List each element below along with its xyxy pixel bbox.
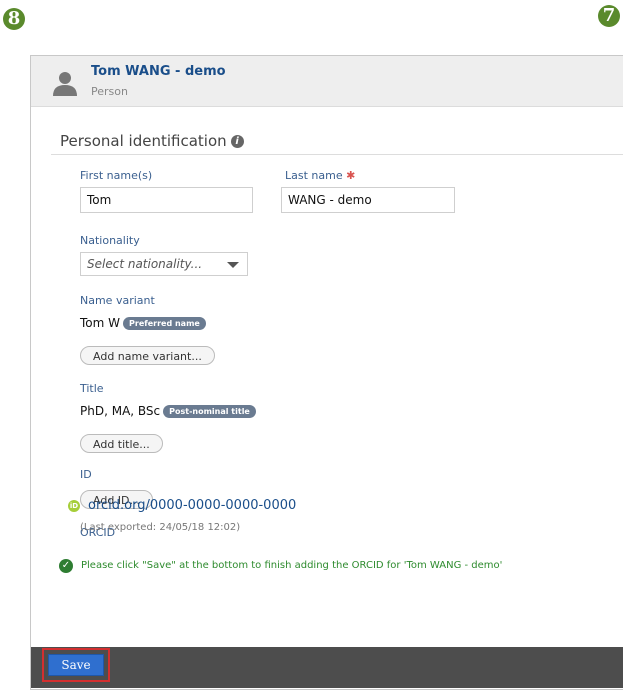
person-icon (53, 72, 77, 96)
panel-header: Tom WANG - demo Person (31, 56, 623, 107)
footer-bar (31, 647, 623, 688)
section-title-text: Personal identification (60, 132, 227, 150)
nationality-placeholder: Select nationality... (87, 257, 203, 271)
title-value: PhD, MA, BSc (80, 404, 161, 418)
orcid-last-exported: (Last exported: 24/05/18 12:02) (80, 522, 241, 533)
title-label: Title (80, 382, 104, 395)
person-title[interactable]: Tom WANG - demo (91, 64, 226, 79)
name-variant-label: Name variant (80, 294, 155, 307)
orcid-icon: iD (68, 500, 80, 512)
post-nominal-title-badge: Post-nominal title (163, 405, 256, 418)
title-row: PhD, MA, BSc Post-nominal title (80, 404, 256, 418)
orcid-link[interactable]: orcid.org/0000-0000-0000-0000 (88, 498, 296, 513)
orcid-save-message: Please click "Save" at the bottom to fin… (81, 560, 503, 571)
chevron-down-icon (227, 262, 239, 268)
section-title: Personal identification i (60, 132, 244, 150)
nationality-select[interactable]: Select nationality... (80, 252, 248, 276)
add-title-button[interactable]: Add title... (80, 434, 163, 453)
first-name-input[interactable]: Tom (80, 187, 253, 213)
id-label: ID (80, 468, 92, 481)
section-divider (51, 154, 623, 155)
person-type: Person (91, 85, 128, 98)
name-variant-row: Tom W Preferred name (80, 316, 206, 330)
step-8-badge: 8 (3, 8, 25, 30)
last-name-label: Last name ✱ (285, 169, 355, 182)
last-name-input[interactable]: WANG - demo (281, 187, 455, 213)
add-name-variant-button[interactable]: Add name variant... (80, 346, 215, 365)
nationality-label: Nationality (80, 234, 140, 247)
preferred-name-badge: Preferred name (123, 317, 206, 330)
person-editor-panel: Tom WANG - demo Person Personal identifi… (30, 55, 623, 690)
save-highlight: Save (42, 648, 110, 682)
save-button[interactable]: Save (48, 654, 104, 676)
name-variant-value: Tom W (80, 316, 121, 330)
info-icon[interactable]: i (230, 135, 244, 148)
step-7-badge: 7 (598, 5, 620, 27)
required-icon: ✱ (346, 169, 356, 182)
check-circle-icon: ✓ (59, 559, 73, 573)
first-name-label: First name(s) (80, 169, 153, 182)
last-name-label-text: Last name (285, 169, 343, 182)
